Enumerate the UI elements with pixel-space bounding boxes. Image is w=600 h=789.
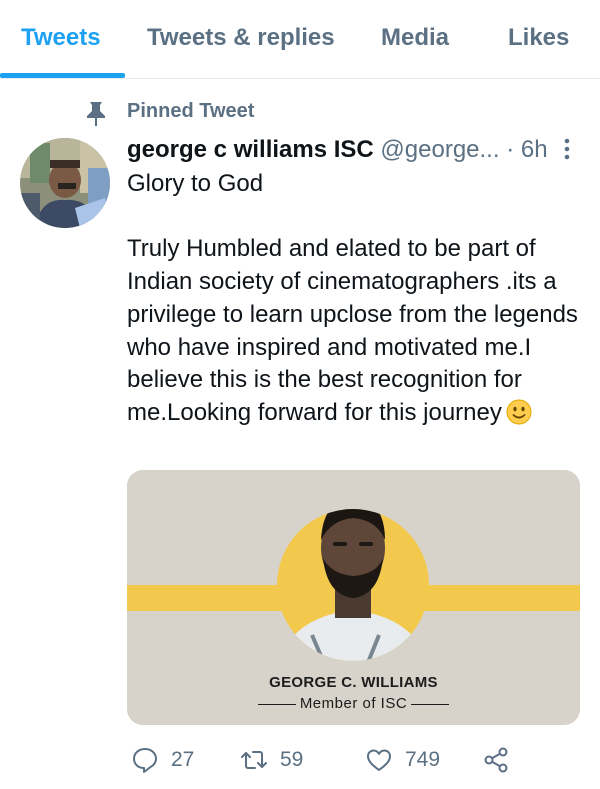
slightly-smiling-face-icon xyxy=(506,399,532,425)
more-options-icon[interactable] xyxy=(559,135,575,163)
heart-icon xyxy=(367,749,391,771)
tab-media[interactable]: Media xyxy=(381,24,449,52)
media-caption-subtitle: Member of ISC xyxy=(127,695,580,712)
author-handle[interactable]: @george... xyxy=(380,136,499,163)
reply-button[interactable]: 27 xyxy=(131,744,194,776)
pin-icon xyxy=(87,102,105,126)
share-button[interactable] xyxy=(482,744,510,776)
tab-tweets-and-replies[interactable]: Tweets & replies xyxy=(147,24,335,52)
like-count: 749 xyxy=(405,748,441,771)
retweet-icon xyxy=(241,751,267,769)
tweet-body: Glory to God Truly Humbled and elated to… xyxy=(127,168,587,430)
reply-icon xyxy=(133,748,157,773)
reply-count: 27 xyxy=(171,748,195,771)
pinned-tweet-label: Pinned Tweet xyxy=(127,100,255,122)
like-button[interactable]: 749 xyxy=(365,744,440,776)
media-caption-name: GEORGE C. WILLIAMS xyxy=(269,674,438,691)
retweet-count: 59 xyxy=(280,748,304,771)
avatar[interactable] xyxy=(20,138,110,228)
tab-likes[interactable]: Likes xyxy=(508,24,569,52)
tab-tweets[interactable]: Tweets xyxy=(21,24,101,52)
media-subtitle-text: Member of ISC xyxy=(299,695,408,712)
caption-rule-right xyxy=(411,703,450,705)
author-name[interactable]: george c williams ISC xyxy=(127,136,374,163)
share-icon xyxy=(484,747,508,773)
avatar-image xyxy=(20,138,110,228)
profile-tabs: Tweets Tweets & replies Media Likes xyxy=(0,0,600,79)
tweet-media-image[interactable]: GEORGE C. WILLIAMS Member of ISC xyxy=(127,470,580,725)
tweet-text: Glory to God Truly Humbled and elated to… xyxy=(127,170,578,426)
tweet-header: george c williams ISC @george... · 6h xyxy=(127,136,548,164)
caption-rule-left xyxy=(257,703,296,705)
active-tab-indicator xyxy=(0,73,125,78)
separator-dot: · xyxy=(506,136,515,163)
tweet-time[interactable]: 6h xyxy=(521,136,548,163)
retweet-button[interactable]: 59 xyxy=(240,744,303,776)
